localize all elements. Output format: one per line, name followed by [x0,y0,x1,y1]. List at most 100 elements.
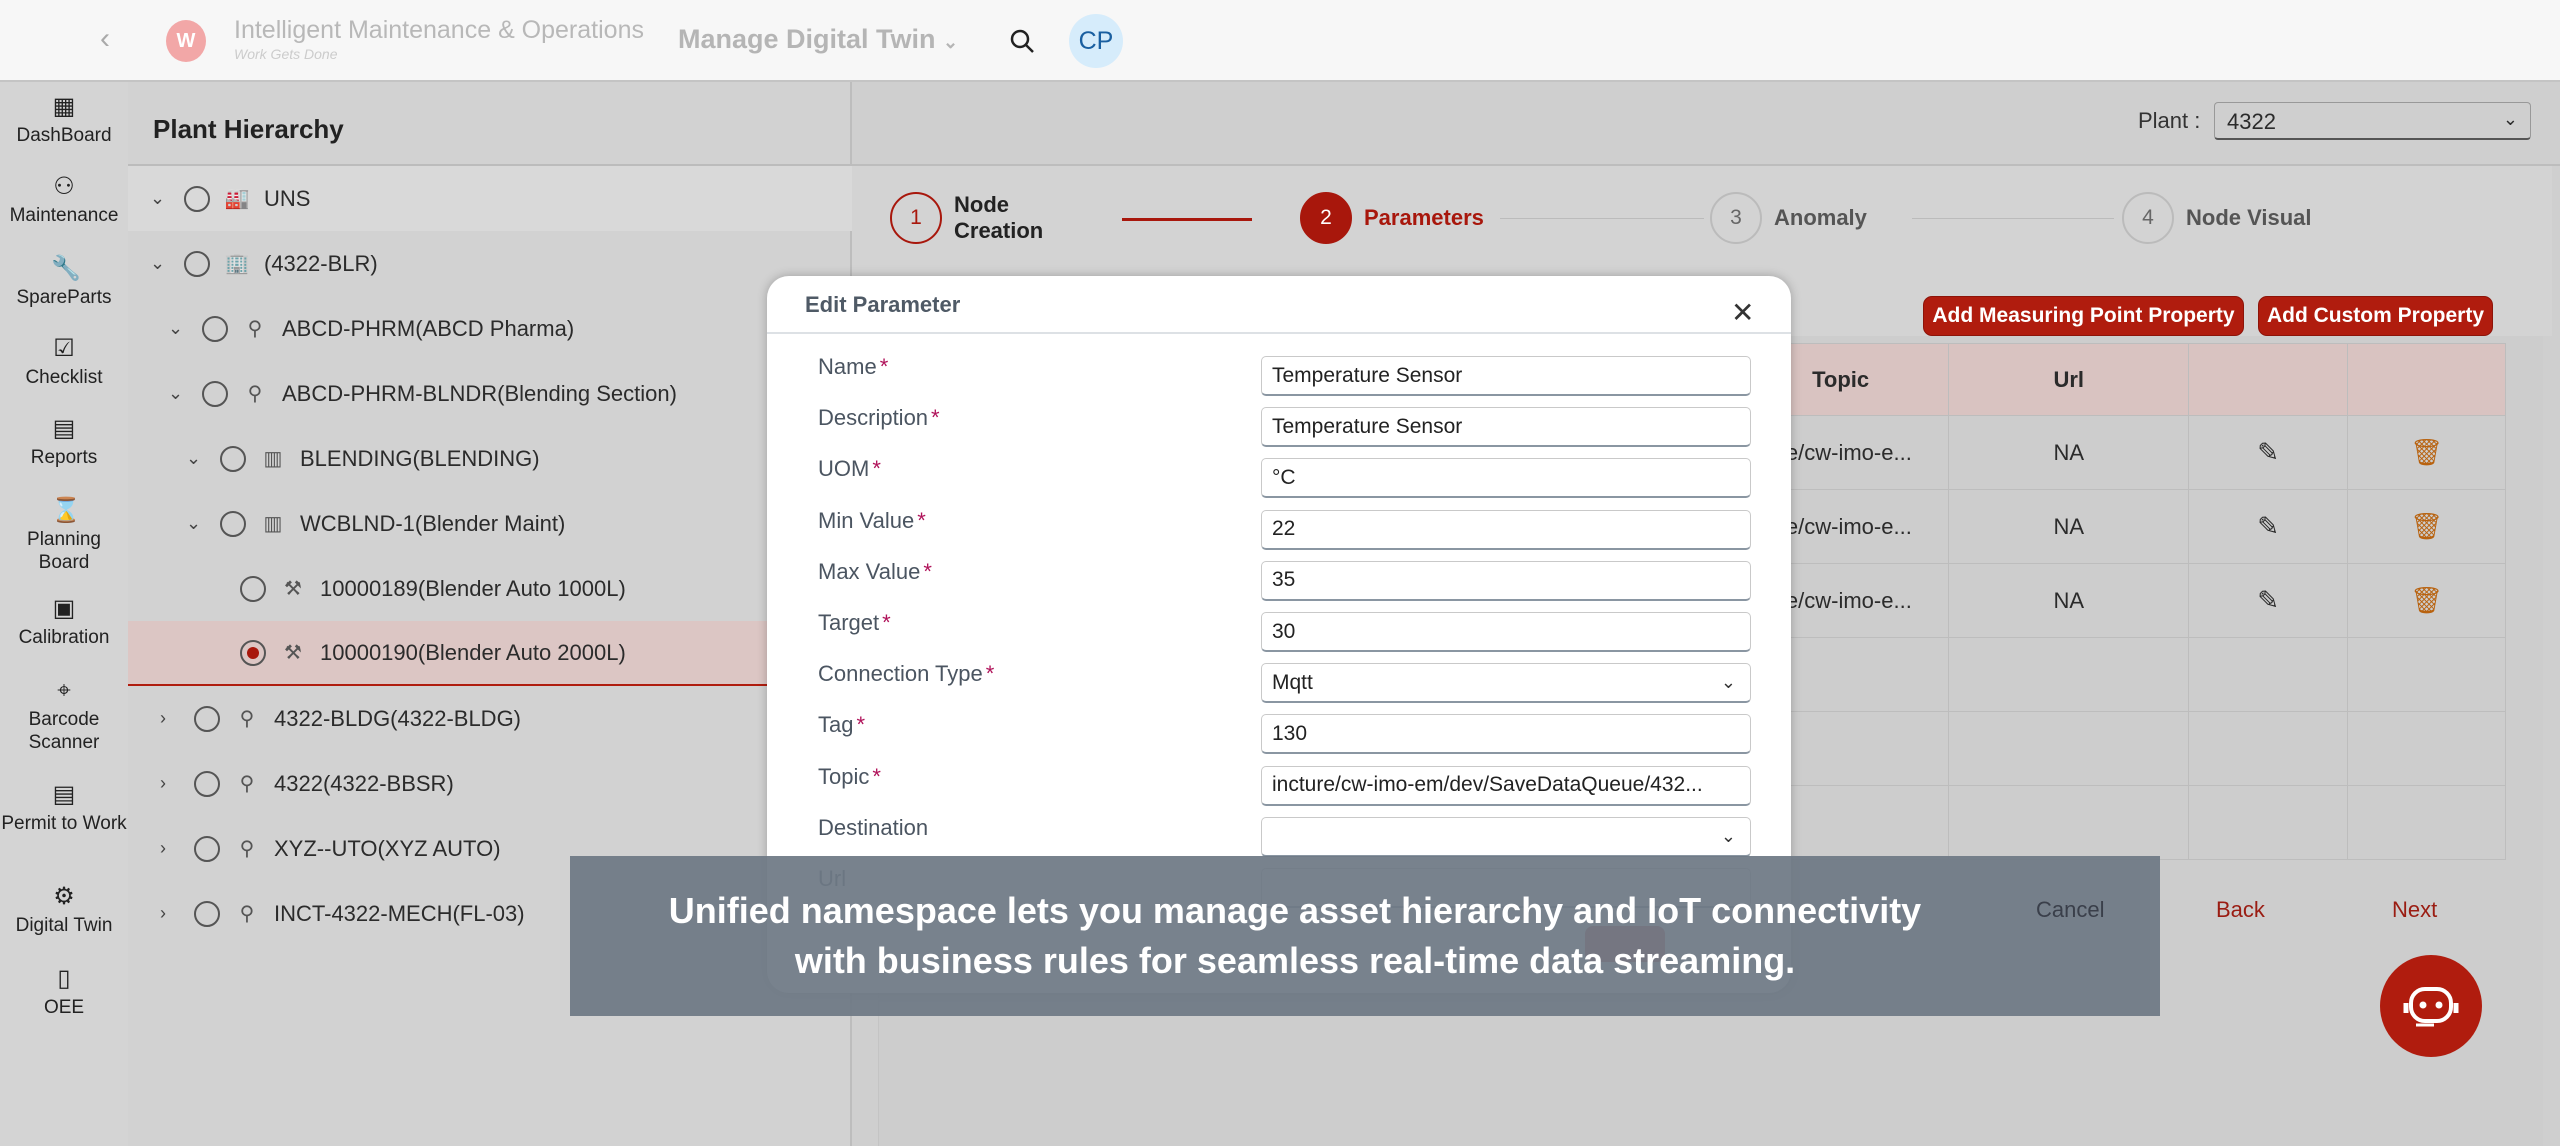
chevron-down-icon[interactable]: ⌄ [186,448,206,469]
sidebar-item-dashboard[interactable]: ▦ DashBoard [0,94,128,147]
uom-label: UOM * [818,456,881,482]
tree-node[interactable]: ⌄ ⚲ ABCD-PHRM(ABCD Pharma) [128,296,852,361]
step-label: Node Creation [954,192,1044,243]
add-measuring-point-property-button[interactable]: Add Measuring Point Property [1923,296,2244,336]
sidebar-item-maintenance[interactable]: ⚇ Maintenance [0,174,128,227]
required-asterisk: * [872,763,881,789]
work-center-icon: ▥ [263,448,283,470]
url-cell: NA [1948,489,2190,564]
chevron-right-icon[interactable]: › [160,903,180,924]
tree-node[interactable]: ⚒ 10000190(Blender Auto 2000L) [128,621,852,686]
target-input[interactable]: 30 [1261,612,1751,652]
radio-button[interactable] [220,445,246,472]
target-label: Target * [818,610,891,636]
chevron-down-icon[interactable]: ⌄ [168,383,188,404]
sidebar-item-reports[interactable]: ▤ Reports [0,416,128,469]
chevron-down-icon[interactable]: ⌄ [186,513,206,534]
delete-icon[interactable]: 🗑 [2410,437,2443,467]
search-icon[interactable] [1008,27,1036,55]
radio-button[interactable] [194,835,220,862]
chevron-down-icon[interactable]: ⌄ [168,318,188,339]
tree-node[interactable]: ⌄ 🏢 (4322-BLR) [128,231,852,296]
destination-select[interactable]: ⌄ [1261,816,1751,857]
dashboard-icon: ▦ [52,93,76,120]
step-label: Parameters [1364,205,1484,230]
sidebar-item-barcode-scanner[interactable]: ⌖ Barcode Scanner [0,678,128,754]
chevron-right-icon[interactable]: › [160,708,180,729]
tree-node[interactable]: ⚒ 10000189(Blender Auto 1000L) [128,556,852,621]
back-button[interactable]: Back [2216,897,2265,923]
radio-button[interactable] [202,315,228,342]
delete-icon[interactable]: 🗑 [2410,511,2443,541]
field-label-text: Max Value [818,558,921,584]
required-asterisk: * [985,661,995,687]
tree-node[interactable]: ⌄ ▥ BLENDING(BLENDING) [128,426,852,491]
chevron-down-icon[interactable]: ⌄ [150,253,170,274]
tree-node-label: (4322-BLR) [264,250,378,276]
field-label-text: Tag [818,712,854,738]
radio-button[interactable] [184,250,210,277]
sidebar-item-planning-board[interactable]: ⌛ Planning Board [0,498,128,574]
description-input[interactable]: Temperature Sensor [1261,407,1751,448]
step-parameters[interactable]: 2 Parameters [1300,192,1484,244]
required-asterisk: * [931,405,940,431]
name-input[interactable]: Temperature Sensor [1261,356,1751,396]
uom-input[interactable]: °C [1261,458,1751,499]
sidebar-item-permit-to-work[interactable]: ▤ Permit to Work [0,782,128,835]
tag-input[interactable]: 130 [1261,714,1751,755]
radio-button[interactable] [202,380,228,407]
radio-button[interactable] [194,900,220,927]
required-asterisk: * [879,354,889,379]
module-dropdown[interactable]: Manage Digital Twin ⌄ [678,24,958,55]
step-node-creation[interactable]: 1 Node Creation [890,192,1064,244]
step-node-visual[interactable]: 4 Node Visual [2122,192,2312,244]
sidebar-item-digital-twin[interactable]: ⚙ Digital Twin [0,884,128,937]
sidebar-item-label: DashBoard [16,125,112,146]
close-icon[interactable]: ✕ [1731,296,1754,329]
edit-icon[interactable]: ✎ [2257,585,2279,615]
radio-button[interactable] [240,639,266,666]
sidebar-item-oee[interactable]: ▯ OEE [0,966,128,1019]
calibration-icon: ▣ [52,595,76,622]
field-label-text: Min Value [818,507,915,533]
tree-node[interactable]: ⌄ ⚲ ABCD-PHRM-BLNDR(Blending Section) [128,361,852,426]
add-custom-property-button[interactable]: Add Custom Property [2258,296,2493,336]
sidebar-item-label: Reports [30,447,98,468]
radio-button[interactable] [240,575,266,602]
radio-button[interactable] [184,185,210,212]
chatbot-button[interactable] [2380,955,2482,1057]
avatar[interactable]: CP [1069,14,1123,68]
radio-button[interactable] [194,705,220,732]
cancel-button[interactable]: Cancel [2036,897,2104,923]
chevron-down-icon[interactable]: ⌄ [150,188,170,209]
next-button[interactable]: Next [2392,897,2437,923]
tree-node[interactable]: › ⚲ 4322(4322-BBSR) [128,751,852,816]
max-value-input[interactable]: 35 [1261,560,1751,601]
field-label-text: Destination [818,814,929,840]
sidebar-item-calibration[interactable]: ▣ Calibration [0,596,128,649]
chevron-left-icon[interactable]: ‹ [100,22,110,56]
edit-icon[interactable]: ✎ [2257,511,2279,541]
field-value: Temperature Sensor [1272,363,1463,387]
step-label: Node Visual [2186,205,2312,230]
tree-node[interactable]: ⌄ ▥ WCBLND-1(Blender Maint) [128,491,852,556]
radio-button[interactable] [220,510,246,537]
sidebar-item-label: Calibration [18,627,110,648]
tree-node[interactable]: ⌄ 🏭 UNS [128,166,852,231]
step-anomaly[interactable]: 3 Anomaly [1710,192,1867,244]
min-value-input[interactable]: 22 [1261,509,1751,550]
radio-button[interactable] [194,770,220,797]
edit-icon[interactable]: ✎ [2257,437,2279,467]
chevron-right-icon[interactable]: › [160,773,180,794]
connection-type-select[interactable]: Mqtt ⌄ [1261,663,1751,704]
field-label-text: Description [818,405,929,431]
sidebar-item-checklist[interactable]: ☑ Checklist [0,336,128,389]
topic-input[interactable]: incture/cw-imo-em/dev/SaveDataQueue/432.… [1261,765,1751,806]
plant-value: 4322 [2227,109,2276,134]
plant-select[interactable]: 4322 ⌄ [2214,102,2531,140]
sidebar-item-spareparts[interactable]: 🔧 SpareParts [0,256,128,309]
tree-node[interactable]: › ⚲ 4322-BLDG(4322-BLDG) [128,686,852,751]
chevron-right-icon[interactable]: › [160,838,180,859]
field-value: 30 [1272,619,1296,643]
delete-icon[interactable]: 🗑 [2410,585,2443,615]
